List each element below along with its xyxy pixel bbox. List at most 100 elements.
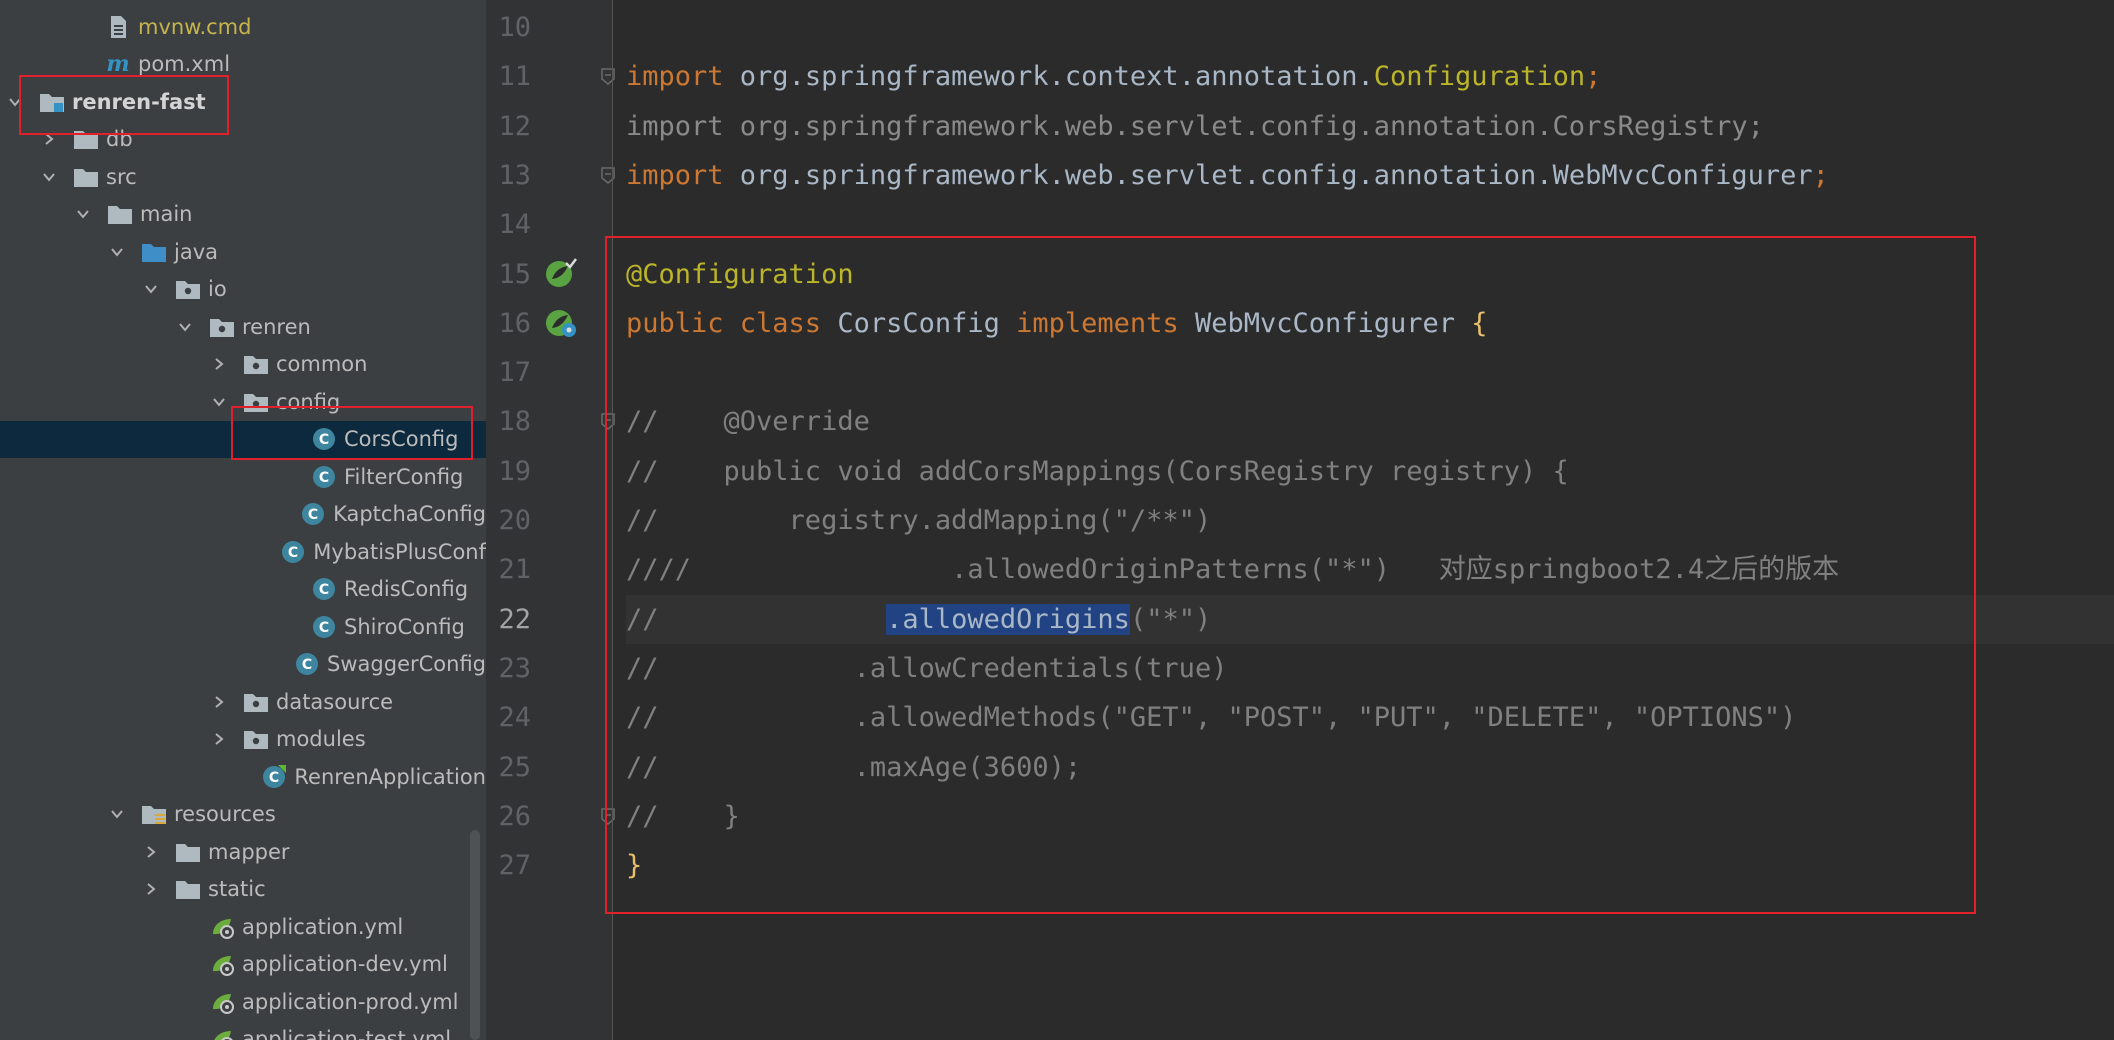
svg-text:C: C — [319, 620, 329, 636]
code-token: implements — [1016, 307, 1195, 339]
chevron-right-icon[interactable] — [210, 730, 228, 748]
tree-item[interactable]: common — [0, 346, 486, 383]
tree-item[interactable]: modules — [0, 721, 486, 758]
tree-item[interactable]: mvnw.cmd — [0, 8, 486, 45]
tree-item[interactable]: io — [0, 271, 486, 308]
chevron-down-icon[interactable] — [210, 393, 228, 411]
code-token: // registry.addMapping("/**") — [626, 505, 1212, 536]
tree-item[interactable]: application.yml — [0, 908, 486, 945]
code-line[interactable]: public class CorsConfig implements WebMv… — [626, 299, 1488, 348]
code-line[interactable]: // .allowCredentials(true) — [626, 644, 1227, 693]
tree-item[interactable]: renren-fast — [0, 83, 486, 120]
fold-marker-icon[interactable] — [599, 412, 617, 431]
line-number: 14 — [498, 209, 531, 241]
code-line[interactable]: // registry.addMapping("/**") — [626, 496, 1211, 545]
chevron-down-icon[interactable] — [40, 168, 58, 186]
tree-item[interactable]: C MybatisPlusConf — [0, 533, 486, 570]
line-number: 20 — [498, 505, 531, 536]
code-token: Configuration — [1373, 61, 1586, 93]
chevron-right-icon[interactable] — [40, 130, 58, 148]
chevron-right-icon[interactable] — [142, 880, 160, 898]
tree-item[interactable]: application-test.yml — [0, 1021, 486, 1040]
code-token: org.springframework.context.annotation. — [739, 61, 1374, 93]
code-line[interactable]: import org.springframework.web.servlet.c… — [626, 151, 1829, 200]
fold-marker-icon[interactable] — [599, 166, 617, 184]
tree-item-label: KaptchaConfig — [333, 502, 486, 526]
tree-item[interactable]: datasource — [0, 683, 486, 720]
tree-item[interactable]: m pom.xml — [0, 46, 486, 83]
code-line[interactable]: import org.springframework.context.annot… — [626, 52, 1601, 101]
code-line[interactable]: // .allowedMethods("GET", "POST", "PUT",… — [626, 693, 1796, 742]
fold-marker-icon[interactable] — [599, 67, 617, 86]
tree-item-label: application-prod.yml — [242, 989, 459, 1014]
tree-item[interactable]: C SwaggerConfig — [0, 646, 486, 683]
code-token: ("*") — [1129, 603, 1212, 635]
code-line[interactable]: @Configuration — [626, 250, 854, 299]
code-line[interactable]: // @Override — [626, 397, 870, 446]
code-token: org.springframework.web.servlet.config.a… — [739, 159, 1813, 191]
chevron-down-icon[interactable] — [74, 205, 92, 223]
tree-item-label: application.yml — [242, 914, 404, 939]
spring-boot-class-icon: C — [260, 764, 288, 790]
tree-item[interactable]: java — [0, 233, 486, 270]
tree-item-label: application-test.yml — [242, 1027, 452, 1040]
tree-item[interactable]: C KaptchaConfig — [0, 496, 486, 533]
tree-item-label: io — [208, 277, 227, 301]
code-line[interactable]: // .allowedOrigins("*") — [626, 594, 2114, 644]
chevron-down-icon[interactable] — [176, 318, 194, 336]
tree-item[interactable]: C ShiroConfig — [0, 608, 486, 645]
class-icon: C — [310, 614, 338, 640]
chevron-down-icon[interactable] — [6, 93, 24, 111]
tree-item[interactable]: C FilterConfig — [0, 458, 486, 495]
tree-item[interactable]: application-dev.yml — [0, 946, 486, 983]
tree-item[interactable]: C CorsConfig — [0, 420, 486, 458]
tree-item-label: application-dev.yml — [242, 952, 448, 976]
spring-bean-icon[interactable] — [544, 257, 578, 291]
chevron-right-icon[interactable] — [142, 843, 160, 861]
project-tree-panel: mvnw.cmd m pom.xml renren-fast db src main java… — [0, 0, 486, 1040]
tree-item[interactable]: static — [0, 871, 486, 908]
tree-item[interactable]: resources — [0, 796, 486, 833]
code-line[interactable]: import org.springframework.web.servlet.c… — [626, 102, 1764, 151]
spring-yaml-icon — [208, 914, 236, 940]
code-line[interactable]: //// .allowedOriginPatterns("*") 对应sprin… — [626, 545, 1839, 594]
folder-icon — [72, 126, 100, 152]
code-line[interactable]: } — [626, 841, 642, 890]
package-icon — [242, 351, 270, 377]
tree-item[interactable]: config — [0, 383, 486, 420]
tree-item[interactable]: mapper — [0, 833, 486, 870]
tree-item[interactable]: C RenrenApplication — [0, 758, 486, 795]
tree-item[interactable]: C RedisConfig — [0, 571, 486, 608]
tree-item-label: resources — [174, 802, 276, 826]
code-token: CorsConfig — [837, 307, 1017, 339]
tree-item-label: mapper — [208, 839, 290, 864]
code-line[interactable]: // .maxAge(3600); — [626, 743, 1081, 792]
code-editor[interactable]: 10 11 12 13 14 15 16 17 18 19 20 21 22 23 24 25 26 27 imp… — [486, 0, 2114, 1040]
code-line[interactable]: // public void addCorsMappings(CorsRegis… — [626, 447, 1569, 496]
line-number: 10 — [498, 12, 531, 43]
code-token: //// .allowedOriginPatterns("*") 对应sprin… — [626, 554, 1840, 586]
chevron-down-icon[interactable] — [108, 805, 126, 823]
class-icon: C — [310, 464, 338, 490]
tree-item-label: common — [276, 352, 368, 376]
tree-item[interactable]: application-prod.yml — [0, 983, 486, 1020]
tree-item-label: java — [174, 239, 218, 264]
fold-marker-icon[interactable] — [599, 807, 617, 825]
project-tree-scrollbar[interactable] — [470, 830, 480, 1040]
tree-item[interactable]: renren — [0, 308, 486, 345]
code-token: // .allowedMethods("GET", "POST", "PUT",… — [626, 702, 1797, 734]
tree-item[interactable]: src — [0, 158, 486, 195]
tree-item[interactable]: main — [0, 196, 486, 233]
code-token: import — [626, 159, 740, 191]
folder-icon — [106, 201, 134, 227]
chevron-down-icon[interactable] — [142, 280, 160, 298]
tree-item-label: RenrenApplication — [294, 764, 486, 789]
svg-text:C: C — [269, 770, 279, 786]
chevron-right-icon[interactable] — [210, 355, 228, 373]
chevron-right-icon[interactable] — [210, 693, 228, 711]
tree-item[interactable]: db — [0, 121, 486, 158]
spring-config-icon[interactable] — [544, 306, 578, 340]
package-icon — [242, 689, 270, 715]
code-line[interactable]: // } — [626, 792, 740, 841]
chevron-down-icon[interactable] — [108, 243, 126, 261]
